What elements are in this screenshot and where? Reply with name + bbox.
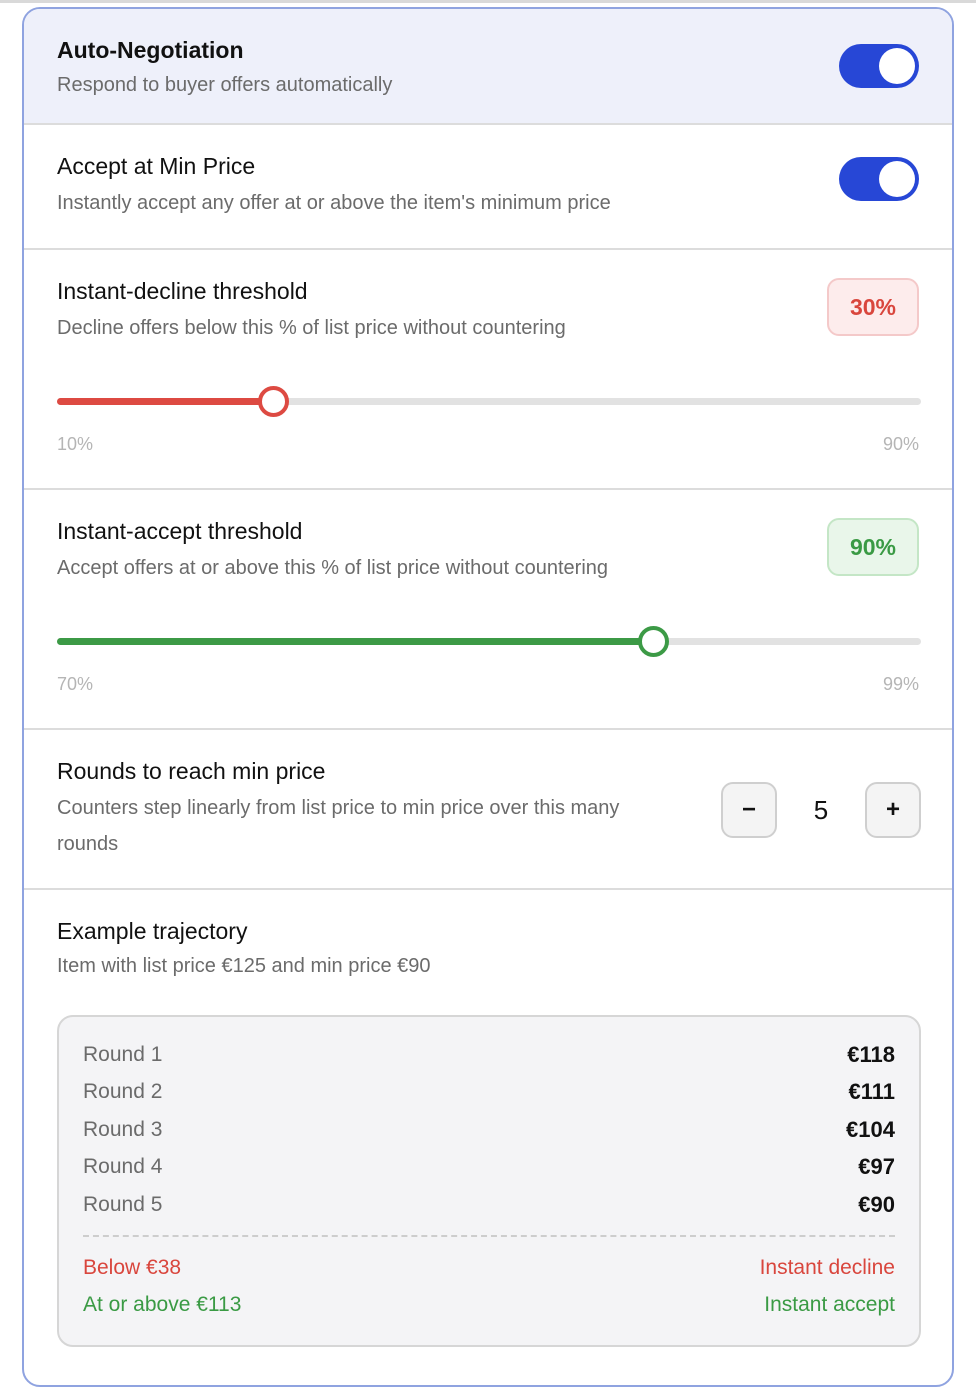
increment-button[interactable]: +: [865, 782, 921, 838]
slider-max-label: 90%: [882, 434, 919, 454]
auto-negotiation-description: Respond to buyer offers automatically: [57, 74, 393, 96]
table-row: Round 4 €97: [83, 1151, 895, 1183]
slider-min-label: 70%: [57, 674, 94, 694]
decline-rule-row: Below €38 Instant decline: [83, 1252, 895, 1284]
instant-decline-section: Instant-decline threshold Decline offers…: [24, 250, 952, 490]
slider-max-label: 99%: [882, 674, 919, 694]
instant-decline-slider[interactable]: [57, 386, 921, 417]
instant-accept-value-badge: 90%: [827, 518, 919, 576]
rounds-value: 5: [813, 795, 829, 825]
toggle-knob: [879, 161, 915, 197]
round-label: Round 3: [83, 1118, 163, 1141]
round-price: €111: [848, 1079, 895, 1104]
decline-rule-label: Below €38: [83, 1256, 182, 1279]
instant-decline-description: Decline offers below this % of list pric…: [57, 317, 566, 339]
round-label: Round 4: [83, 1155, 163, 1178]
auto-negotiation-toggle[interactable]: [839, 44, 919, 88]
example-title: Example trajectory: [57, 918, 248, 944]
instant-decline-value-badge: 30%: [827, 278, 919, 336]
dashed-divider: [83, 1235, 895, 1237]
decrement-button[interactable]: −: [721, 782, 777, 838]
round-price: €90: [858, 1192, 895, 1217]
rounds-description: Counters step linearly from list price t…: [57, 797, 620, 855]
table-row: Round 5 €90: [83, 1189, 895, 1221]
accept-min-price-toggle[interactable]: [839, 157, 919, 201]
toggle-knob: [879, 48, 915, 84]
auto-negotiation-section: Auto-Negotiation Respond to buyer offers…: [24, 9, 952, 125]
slider-min-label: 10%: [57, 434, 94, 454]
instant-accept-description: Accept offers at or above this % of list…: [57, 557, 609, 579]
round-price: €104: [846, 1117, 895, 1142]
round-price: €97: [858, 1154, 895, 1179]
accept-rule-label: At or above €113: [83, 1293, 242, 1316]
accept-min-price-description: Instantly accept any offer at or above t…: [57, 192, 611, 214]
rounds-title: Rounds to reach min price: [57, 758, 326, 784]
instant-accept-slider[interactable]: [57, 626, 921, 657]
table-row: Round 3 €104: [83, 1114, 895, 1146]
slider-thumb[interactable]: [258, 386, 289, 417]
example-subtitle: Item with list price €125 and min price …: [57, 955, 431, 977]
example-trajectory-section: Example trajectory Item with list price …: [24, 890, 952, 1385]
instant-decline-title: Instant-decline threshold: [57, 278, 308, 304]
trajectory-panel: Round 1 €118 Round 2 €111 Round 3 €104 R…: [57, 1015, 921, 1347]
instant-accept-section: Instant-accept threshold Accept offers a…: [24, 490, 952, 730]
round-label: Round 5: [83, 1193, 163, 1216]
slider-fill: [57, 398, 273, 405]
accept-min-price-section: Accept at Min Price Instantly accept any…: [24, 125, 952, 250]
table-row: Round 2 €111: [83, 1076, 895, 1108]
round-price: €118: [847, 1042, 895, 1067]
accept-rule-row: At or above €113 Instant accept: [83, 1289, 895, 1321]
table-row: Round 1 €118: [83, 1039, 895, 1071]
round-label: Round 1: [83, 1043, 163, 1066]
round-label: Round 2: [83, 1080, 163, 1103]
accept-rule-action: Instant accept: [764, 1293, 895, 1316]
auto-negotiation-title: Auto-Negotiation: [57, 37, 244, 63]
slider-fill: [57, 638, 653, 645]
accept-min-price-title: Accept at Min Price: [57, 153, 256, 179]
rounds-section: Rounds to reach min price Counters step …: [24, 730, 952, 890]
top-divider: [0, 0, 976, 3]
auto-negotiation-card: Auto-Negotiation Respond to buyer offers…: [22, 7, 954, 1387]
slider-thumb[interactable]: [638, 626, 669, 657]
instant-accept-title: Instant-accept threshold: [57, 518, 303, 544]
decline-rule-action: Instant decline: [759, 1256, 895, 1279]
